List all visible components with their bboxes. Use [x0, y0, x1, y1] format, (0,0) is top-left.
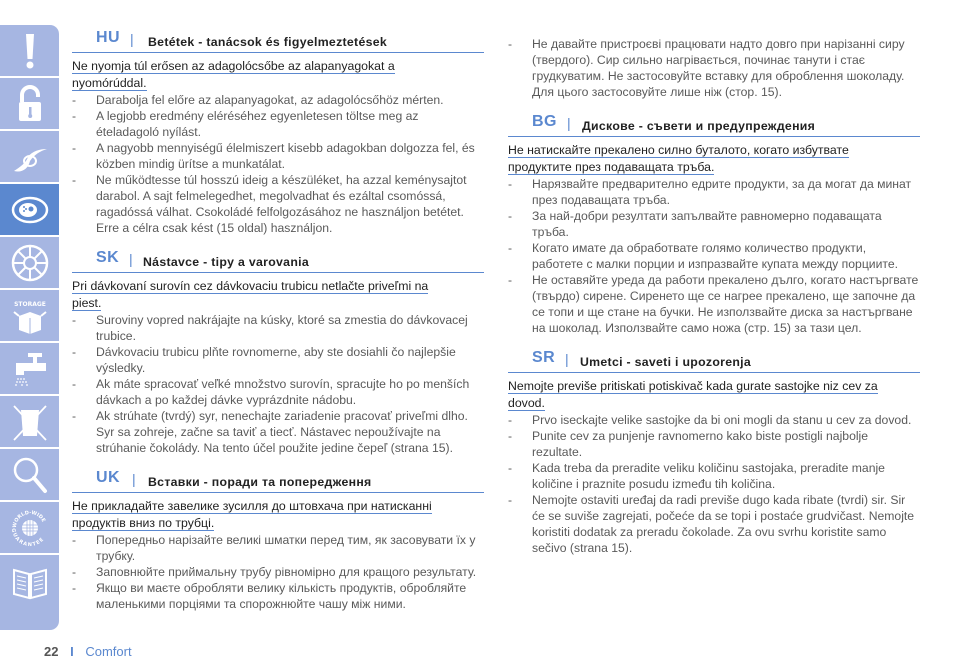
list-item: Suroviny vopred nakrájajte na kúsky, kto… [72, 312, 484, 344]
list-item: За най-добри резултати запълвайте равном… [508, 208, 920, 240]
world-wide-guarantee-icon: WORLD-WIDE GUARANTEE [10, 509, 47, 547]
page-footer: 22 I Comfort [44, 644, 132, 659]
section-sr: SR | Umetci - saveti i upozorenja Nemojt… [508, 350, 920, 556]
section-heading: SR | Umetci - saveti i upozorenja [508, 350, 920, 373]
list-item: Punite cev za punjenje ravnomerno kako b… [508, 428, 920, 460]
sidebar-tab-blade[interactable] [0, 131, 59, 184]
section-title: Umetci - saveti i upozorenja [580, 355, 752, 369]
section-title: Betétek - tanácsok és figyelmeztetések [148, 35, 388, 49]
sidebar-tab-accessories[interactable] [0, 237, 59, 290]
section-bg: BG | Дискове - съвети и предупреждения Н… [508, 114, 920, 336]
water-tap-icon [14, 352, 46, 386]
heading-separator: | [565, 351, 569, 367]
section-uk: UK | Вставки - поради та попередження Не… [72, 470, 484, 612]
list-item: Nemojte ostaviti uređaj da radi previše … [508, 492, 920, 556]
list-item: Заповнюйте приймальну трубу рівномірно д… [72, 564, 484, 580]
list-item: Darabolja fel előre az alapanyagokat, az… [72, 92, 484, 108]
list-item: Ak máte spracovať veľké množstvo surovín… [72, 376, 484, 408]
storage-box-icon: STORAGE [12, 301, 47, 334]
section-title: Дискове - съвети и предупреждения [582, 119, 816, 133]
warning-text: Nemojte previše pritiskati potiskivač ka… [508, 379, 878, 411]
sidebar-tab-manual[interactable] [0, 555, 59, 608]
list-item: Нарязвайте предварително едрите продукти… [508, 176, 920, 208]
sidebar-tab-safety[interactable] [0, 78, 59, 131]
list-item: Kada treba da preradite veliku količinu … [508, 460, 920, 492]
sidebar-tab-guarantee[interactable]: WORLD-WIDE GUARANTEE [0, 502, 59, 555]
sidebar-tab-environment[interactable] [0, 396, 59, 449]
footer-label: Comfort [85, 644, 132, 659]
language-code: UK [96, 469, 121, 486]
sidebar-tab-warnings[interactable] [0, 25, 59, 78]
heading-separator: | [129, 251, 133, 267]
left-column: HU | Betétek - tanácsok és figyelmezteté… [72, 30, 484, 612]
list-item: Ne működtesse túl hosszú ideig a készülé… [72, 172, 484, 236]
sidebar-tab-discs[interactable] [0, 184, 59, 237]
language-code: HU [96, 29, 121, 46]
blade-icon [13, 148, 47, 172]
tips-list: Suroviny vopred nakrájajte na kúsky, kto… [72, 312, 484, 456]
section-sk: SK | Nástavce - tipy a varovania Pri dáv… [72, 250, 484, 456]
list-item: Prvo iseckajte velike sastojke da bi oni… [508, 412, 920, 428]
section-heading: HU | Betétek - tanácsok és figyelmezteté… [72, 30, 484, 53]
tips-list: Prvo iseckajte velike sastojke da bi oni… [508, 412, 920, 556]
warning-text: Не натискайте прекалено силно буталото, … [508, 143, 849, 175]
fan-disc-icon [11, 244, 48, 281]
section-title: Вставки - поради та попередження [148, 475, 372, 489]
list-item: A nagyobb mennyiségű élelmiszert kisebb … [72, 140, 484, 172]
footer-separator: I [70, 644, 74, 659]
tips-list: Нарязвайте предварително едрите продукти… [508, 176, 920, 336]
section-heading: UK | Вставки - поради та попередження [72, 470, 484, 493]
language-code: SK [96, 249, 120, 266]
heading-separator: | [130, 31, 134, 47]
tips-list: Попередньо нарізайте великі шматки перед… [72, 532, 484, 612]
list-item: Не оставяйте уреда да работи прекалено д… [508, 272, 920, 336]
language-code: SR [532, 349, 556, 366]
warning-text: Не прикладайте завелике зусилля до штовх… [72, 499, 432, 531]
disc-insert-icon [11, 196, 48, 223]
sidebar-tab-cleaning[interactable] [0, 343, 59, 396]
crossed-bin-icon [12, 404, 47, 441]
list-item: Якщо ви маєте обробляти велику кількість… [72, 580, 484, 612]
section-title: Nástavce - tipy a varovania [143, 255, 309, 269]
language-code: BG [532, 113, 557, 130]
page-number: 22 [44, 644, 59, 659]
sidebar-tab-storage[interactable]: STORAGE [0, 290, 59, 343]
heading-separator: | [567, 115, 571, 131]
open-book-icon [12, 568, 47, 599]
list-item: Не давайте пристроєві працювати надто до… [508, 36, 920, 100]
right-column: Не давайте пристроєві працювати надто до… [508, 36, 920, 556]
warning-text: Pri dávkovaní surovín cez dávkovaciu tru… [72, 279, 429, 311]
svg-text:STORAGE: STORAGE [14, 301, 46, 308]
tips-list-continued: Не давайте пристроєві працювати надто до… [508, 36, 920, 100]
exclamation-icon [25, 33, 34, 68]
magnifier-icon [13, 457, 47, 493]
tips-list: Darabolja fel előre az alapanyagokat, az… [72, 92, 484, 236]
section-heading: SK | Nástavce - tipy a varovania [72, 250, 484, 273]
list-item: Когато имате да обработвате голямо колич… [508, 240, 920, 272]
list-item: Попередньо нарізайте великі шматки перед… [72, 532, 484, 564]
section-hu: HU | Betétek - tanácsok és figyelmezteté… [72, 30, 484, 236]
unlocked-padlock-icon [18, 84, 41, 121]
heading-separator: | [132, 471, 136, 487]
list-item: Dávkovaciu trubicu plňte rovnomerne, aby… [72, 344, 484, 376]
list-item: A legjobb eredmény eléréséhez egyenletes… [72, 108, 484, 140]
sidebar-tab-troubleshooting[interactable] [0, 449, 59, 502]
sidebar-nav: STORAGE WORLD-WIDE GUARANTEE [0, 25, 59, 630]
section-heading: BG | Дискове - съвети и предупреждения [508, 114, 920, 137]
warning-text: Ne nyomja túl erősen az adagolócsőbe az … [72, 59, 395, 91]
list-item: Ak strúhate (tvrdý) syr, nenechajte zari… [72, 408, 484, 456]
